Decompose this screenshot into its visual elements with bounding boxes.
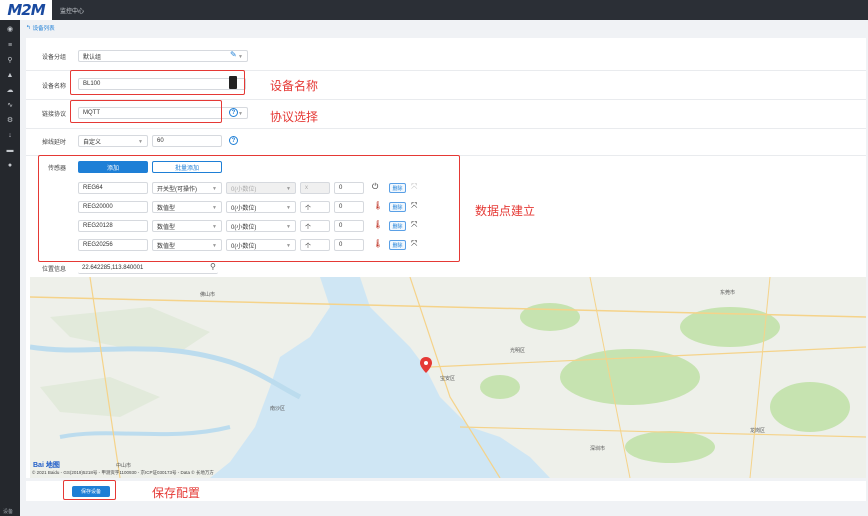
logo[interactable]: M2M (0, 0, 52, 20)
chevron-down-icon: ▼ (138, 139, 143, 145)
sidebar-footer-text: 设备 (3, 509, 14, 515)
logo-text: M2M (7, 1, 45, 19)
search-icon[interactable]: ⚲ (210, 262, 216, 271)
map[interactable]: 佛山市 中山市 东莞市 深圳市 南沙区 宝安区 光明区 龙岗区 Bai 地图 ©… (30, 277, 866, 478)
name-label: 设备名称 (42, 84, 67, 90)
trend-icon[interactable]: ∿ (5, 100, 15, 110)
help-icon[interactable]: ? (229, 108, 238, 117)
map-label: 南沙区 (270, 406, 286, 412)
location-value: 22.642285,113.840001 (82, 264, 144, 271)
chevron-down-icon: ▼ (238, 111, 243, 117)
map-label: 宝安区 (440, 376, 456, 382)
list-icon[interactable]: ≡ (5, 40, 15, 50)
annotation-box-save (63, 480, 116, 500)
map-copyright: © 2021 Baidu - GS(2019)5218号 - 甲测资字11009… (32, 470, 214, 475)
back-arrow-icon: ↰ (26, 25, 31, 31)
group-row: 设备分组 默认组 ▼ ✎ (26, 45, 866, 67)
location-label: 位置信息 (42, 267, 67, 273)
annotation-box-sensors (38, 155, 460, 262)
group-select[interactable]: 默认组 ▼ (78, 50, 248, 62)
location-row: 位置信息 22.642285,113.840001 ⚲ (26, 260, 866, 277)
top-bar: M2M 监控中心 (0, 0, 868, 20)
map-label: 龙岗区 (750, 428, 766, 434)
annotation-box-name (70, 70, 245, 95)
sidebar: ◉ ≡ ⚲ ▲ ☁ ∿ ⚙ ↓ ▬ ● 设备 (0, 20, 20, 516)
group-value: 默认组 (83, 54, 102, 61)
user-icon[interactable]: ● (5, 160, 15, 170)
map-label: 东莞市 (720, 290, 736, 296)
breadcrumb[interactable]: ↰ 设备列表 (26, 24, 55, 32)
chevron-down-icon: ▼ (238, 54, 243, 60)
app-title: 监控中心 (60, 8, 85, 15)
device-icon[interactable]: ▬ (5, 145, 15, 155)
offline-delay-input[interactable]: 60 (152, 135, 222, 147)
offline-label: 掉线延时 (42, 140, 67, 146)
edit-icon[interactable]: ✎ (230, 51, 237, 59)
annotation-protocol-text: 协议选择 (270, 110, 319, 124)
map-label: 光明区 (510, 348, 526, 354)
offline-mode-value: 自定义 (83, 139, 102, 146)
map-label: 中山市 (116, 463, 132, 469)
location-icon[interactable]: ⚲ (5, 55, 15, 65)
annotation-name-text: 设备名称 (270, 79, 319, 93)
plug-icon[interactable]: ↓ (5, 130, 15, 140)
annotation-box-protocol (70, 100, 222, 123)
map-label: 深圳市 (590, 446, 606, 452)
bell-icon[interactable]: ▲ (5, 70, 15, 80)
breadcrumb-label: 设备列表 (32, 26, 55, 32)
help-icon[interactable]: ? (229, 136, 238, 145)
group-label: 设备分组 (42, 55, 67, 61)
annotation-sensors-text: 数据点建立 (475, 204, 536, 218)
dashboard-icon[interactable]: ◉ (5, 24, 15, 34)
baidu-logo: Bai 地图 (33, 462, 60, 469)
annotation-save-text: 保存配置 (152, 486, 201, 500)
offline-mode-select[interactable]: 自定义 ▼ (78, 135, 148, 147)
settings-icon[interactable]: ⚙ (5, 115, 15, 125)
offline-delay-value: 60 (157, 138, 164, 144)
location-input[interactable]: 22.642285,113.840001 (78, 262, 218, 274)
protocol-label: 链接协议 (42, 112, 67, 118)
cloud-icon[interactable]: ☁ (5, 85, 15, 95)
offline-row: 掉线延时 自定义 ▼ 60 ? (26, 128, 866, 153)
map-label: 佛山市 (200, 292, 216, 298)
